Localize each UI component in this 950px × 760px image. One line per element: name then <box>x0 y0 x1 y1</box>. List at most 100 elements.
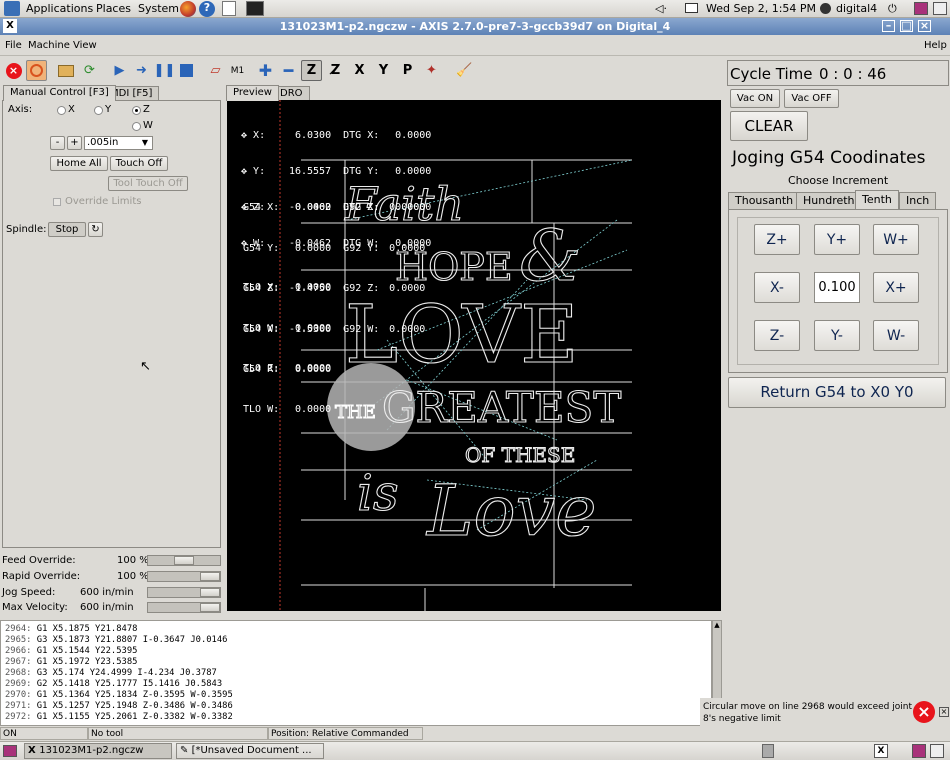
jog-z-plus-button[interactable]: Z+ <box>754 224 800 255</box>
touch-off-button[interactable]: Touch Off <box>110 156 168 171</box>
reload-icon[interactable]: ⟳ <box>79 60 100 81</box>
view-y-icon[interactable]: Y <box>373 60 394 81</box>
tab-hundreth[interactable]: Hundreth <box>796 192 862 209</box>
jog-x-minus-button[interactable]: X- <box>754 272 800 303</box>
spindle-cw-icon[interactable]: ↻ <box>88 222 103 237</box>
text-editor-icon[interactable] <box>222 1 236 16</box>
places-menu[interactable]: Places <box>96 2 131 15</box>
user-name[interactable]: digital4 <box>836 2 877 15</box>
x-window-icon[interactable]: X <box>874 744 888 758</box>
maximize-icon[interactable]: □ <box>900 20 913 32</box>
return-g54-button[interactable]: Return G54 to X0 Y0 <box>728 377 946 408</box>
jog-speed-knob[interactable] <box>200 588 220 597</box>
terminal-icon[interactable] <box>246 1 264 16</box>
gcode-line[interactable]: 2971: G1 X5.1257 Y25.1948 Z-0.3486 W-0.3… <box>5 701 233 711</box>
gcode-line[interactable]: 2968: G3 X5.174 Y24.4999 I-4.234 J0.3787 <box>5 668 217 678</box>
estop-icon[interactable]: × <box>3 60 24 81</box>
axis-z-radio[interactable] <box>132 106 141 115</box>
open-folder-icon[interactable] <box>55 60 76 81</box>
help-icon[interactable]: ? <box>199 1 215 17</box>
jog-plus-button[interactable]: + <box>67 136 82 150</box>
gcode-line[interactable]: 2972: G1 X5.1155 Y25.2061 Z-0.3382 W-0.3… <box>5 712 233 722</box>
vac-on-button[interactable]: Vac ON <box>730 89 780 108</box>
axis-w-radio[interactable] <box>132 122 141 131</box>
gnome-foot-icon[interactable] <box>4 1 20 16</box>
increment-select[interactable]: .005in ▼ <box>84 136 153 150</box>
pause-icon[interactable]: ❚❚ <box>154 60 176 81</box>
scroll-up-icon[interactable]: ▲ <box>713 621 721 631</box>
home-all-button[interactable]: Home All <box>50 156 108 171</box>
mail-icon[interactable] <box>685 3 698 13</box>
view-z-icon[interactable]: Z <box>301 60 322 81</box>
volume-icon[interactable]: ◁· <box>655 2 667 15</box>
stop-program-icon[interactable] <box>176 60 197 81</box>
menu-file[interactable]: File <box>5 40 22 51</box>
feed-override-knob[interactable] <box>174 556 194 565</box>
system-menu[interactable]: System <box>138 2 179 15</box>
menu-help[interactable]: Help <box>924 40 947 51</box>
show-desktop-icon[interactable] <box>3 745 17 757</box>
workspace-icon[interactable] <box>914 2 928 15</box>
gcode-line[interactable]: 2970: G1 X5.1364 Y25.1834 Z-0.3595 W-0.3… <box>5 690 233 700</box>
toolpath-preview[interactable]: Faith HOPE & LOVE THE GREATEST OF THESE … <box>227 100 721 611</box>
power-button-icon[interactable] <box>26 60 47 81</box>
override-limits-checkbox[interactable] <box>53 198 61 206</box>
firefox-icon[interactable] <box>180 1 196 17</box>
vac-off-button[interactable]: Vac OFF <box>784 89 839 108</box>
gcode-line[interactable]: 2965: G3 X5.1873 Y21.8807 I-0.3647 J0.01… <box>5 635 227 645</box>
rapid-override-knob[interactable] <box>200 572 220 581</box>
rotate-view-icon[interactable]: ✦ <box>421 60 442 81</box>
zoom-out-icon[interactable]: ━ <box>278 60 299 81</box>
feed-override-slider[interactable] <box>147 555 221 566</box>
tab-manual-control[interactable]: Manual Control [F3] <box>3 85 116 101</box>
gcode-line[interactable]: 2969: G2 X5.1418 Y25.1777 I5.1416 J0.584… <box>5 679 222 689</box>
spindle-stop-button[interactable]: Stop <box>48 222 86 237</box>
close-icon[interactable]: × <box>918 20 931 32</box>
gcode-line[interactable]: 2964: G1 X5.1875 Y21.8478 <box>5 624 137 634</box>
workspace-2-icon[interactable] <box>930 744 944 758</box>
workspace-icon-2[interactable] <box>933 2 947 15</box>
view-z2-icon[interactable]: Z̸ <box>325 60 346 81</box>
jog-speed-slider[interactable] <box>147 587 221 598</box>
trash-icon[interactable] <box>762 744 774 758</box>
rapid-override-slider[interactable] <box>147 571 221 582</box>
zoom-in-icon[interactable]: ✚ <box>255 60 276 81</box>
gcode-line[interactable]: 2966: G1 X5.1544 Y22.5395 <box>5 646 137 656</box>
max-velocity-knob[interactable] <box>200 603 220 612</box>
jog-w-minus-button[interactable]: W- <box>873 320 919 351</box>
axis-x-radio[interactable] <box>57 106 66 115</box>
view-x-icon[interactable]: X <box>349 60 370 81</box>
jog-z-minus-button[interactable]: Z- <box>754 320 800 351</box>
tab-tenth[interactable]: Tenth <box>855 190 899 209</box>
axis-y-radio[interactable] <box>94 106 103 115</box>
jog-x-plus-button[interactable]: X+ <box>873 272 919 303</box>
optional-stop-icon[interactable]: M1 <box>227 60 248 81</box>
gcode-line[interactable]: 2967: G1 X5.1972 Y23.5385 <box>5 657 137 667</box>
jog-y-minus-button[interactable]: Y- <box>814 320 860 351</box>
gcode-listing[interactable]: 2964: G1 X5.1875 Y21.8478 2965: G3 X5.18… <box>0 620 712 726</box>
block-delete-icon[interactable]: ▱ <box>205 60 226 81</box>
taskbar-item-axis[interactable]: X 131023M1-p2.ngczw <box>24 743 172 759</box>
tool-touch-off-button[interactable]: Tool Touch Off <box>108 176 188 191</box>
jog-minus-button[interactable]: - <box>50 136 65 150</box>
jog-w-plus-button[interactable]: W+ <box>873 224 919 255</box>
jog-y-plus-button[interactable]: Y+ <box>814 224 860 255</box>
taskbar-item-editor[interactable]: ✎ [*Unsaved Document ... <box>176 743 324 759</box>
close-error-icon[interactable]: × <box>939 707 949 717</box>
step-icon[interactable]: ➜ <box>131 60 152 81</box>
tab-preview[interactable]: Preview <box>226 85 279 101</box>
max-velocity-slider[interactable] <box>147 602 221 613</box>
applications-menu[interactable]: Applications <box>26 2 93 15</box>
clear-plot-icon[interactable]: 🧹 <box>454 60 475 81</box>
run-icon[interactable]: ▶ <box>109 60 130 81</box>
clear-button[interactable]: CLEAR <box>730 111 808 141</box>
tab-inch[interactable]: Inch <box>899 192 937 209</box>
workspace-1-icon[interactable] <box>912 744 926 758</box>
power-icon[interactable]: ⏻ <box>888 2 897 16</box>
menu-machine[interactable]: Machine <box>28 40 70 51</box>
minimize-icon[interactable]: – <box>882 20 895 32</box>
tab-thousanth[interactable]: Thousanth <box>728 192 801 209</box>
view-p-icon[interactable]: P <box>397 60 418 81</box>
x-window-icon[interactable]: X <box>3 19 17 33</box>
clock[interactable]: Wed Sep 2, 1:54 PM <box>706 2 816 15</box>
